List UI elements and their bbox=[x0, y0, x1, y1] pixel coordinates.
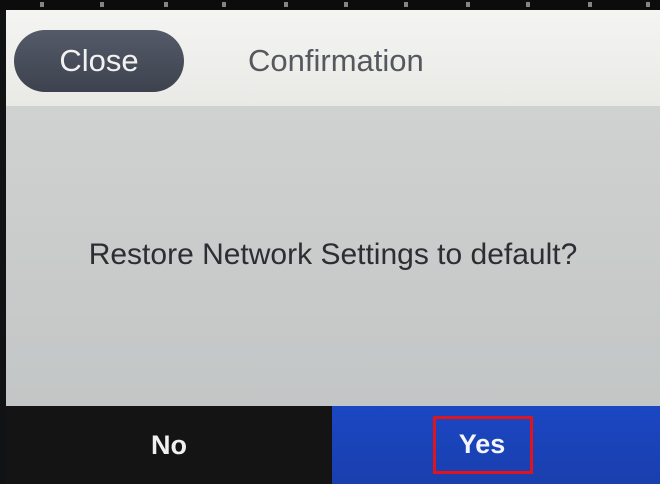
yes-button-label: Yes bbox=[458, 428, 506, 459]
border-tick bbox=[222, 2, 226, 7]
border-tick bbox=[164, 2, 168, 7]
border-tick bbox=[646, 2, 650, 7]
border-tick bbox=[284, 2, 288, 7]
border-tick bbox=[466, 2, 470, 7]
yes-button[interactable]: Yes bbox=[332, 406, 660, 484]
dialog-title: Confirmation bbox=[248, 43, 424, 78]
border-tick bbox=[588, 2, 592, 7]
border-tick bbox=[40, 2, 44, 7]
confirmation-message: Restore Network Settings to default? bbox=[88, 238, 578, 271]
screen-top-border bbox=[0, 0, 660, 10]
dialog-footer: No Yes bbox=[6, 406, 660, 484]
border-tick bbox=[526, 2, 530, 7]
printer-lcd-screen: Close Confirmation Restore Network Setti… bbox=[0, 0, 660, 484]
no-button[interactable]: No bbox=[6, 406, 332, 484]
border-tick bbox=[344, 2, 348, 7]
dialog-header: Close Confirmation bbox=[6, 10, 660, 106]
close-button[interactable]: Close bbox=[14, 30, 184, 92]
border-tick bbox=[100, 2, 104, 7]
border-tick bbox=[404, 2, 408, 7]
dialog-body: Restore Network Settings to default? bbox=[6, 106, 660, 406]
